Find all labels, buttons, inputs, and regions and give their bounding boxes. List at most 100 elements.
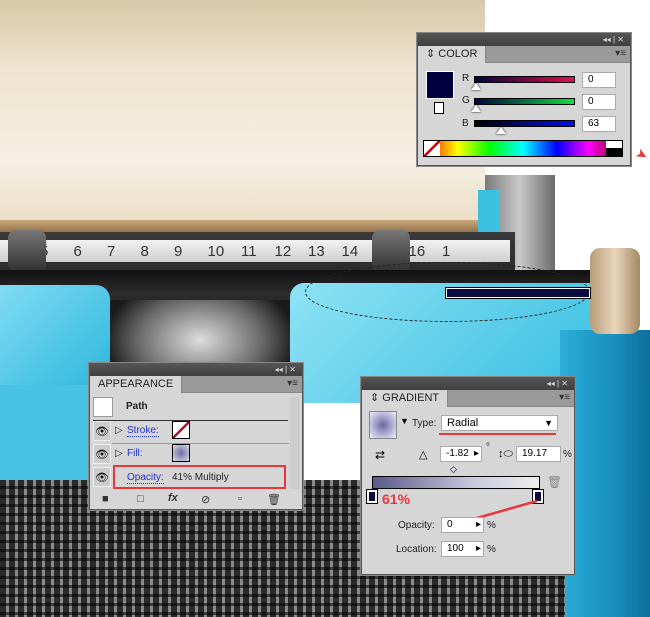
new-art-basic-icon[interactable]: ■ [102,493,109,505]
midpoint-diamond-icon[interactable]: ◇ [450,464,457,475]
opacity-value: 0 [447,519,453,530]
tab-label: APPEARANCE [98,378,174,390]
panel-menu-icon[interactable]: ▾≡ [615,48,626,59]
opacity-label: Opacity: [398,520,435,531]
add-effect-icon[interactable]: fx [168,492,178,504]
type-select[interactable]: Radial ▼ [441,415,558,431]
annotation-arrow-tip: ➤ [633,144,650,164]
b-input[interactable]: 63 [582,116,616,132]
close-icon[interactable]: ✕ [617,35,624,44]
stepper-arrow-icon[interactable]: ▸ [476,518,481,532]
angle-input[interactable]: -1.82 ▸ [440,446,482,462]
tab-label: GRADIENT [382,392,440,404]
ruler-number: 6 [73,242,82,260]
ruler-number: 8 [140,242,149,260]
reverse-gradient-icon[interactable]: ⇄ [375,448,385,462]
location-value: 100 [447,543,464,554]
g-input[interactable]: 0 [582,94,616,110]
b-label: B [462,118,469,129]
ruler-scale: 56789101112131415161 [0,240,510,262]
panel-titlebar[interactable]: ◂◂ | ✕ [90,364,302,376]
eye-icon[interactable]: 👁 [93,444,111,464]
paper-sheet [0,0,485,232]
tab-label: COLOR [438,48,478,60]
angle-icon: △ [419,449,428,461]
ruler-number: 12 [274,242,292,260]
ruler-number: 16 [408,242,426,260]
gradient-preset-dropdown-icon[interactable]: ▼ [400,416,409,426]
annotation-percent: 61% [382,491,411,507]
panel-menu-icon[interactable]: ▾≡ [559,392,570,403]
aspect-ratio-input[interactable]: 19.17 [516,446,561,462]
stroke-swatch[interactable] [172,421,190,439]
expand-triangle-icon[interactable]: ▷ [115,425,123,436]
stroke-link[interactable]: Stroke: [127,425,159,437]
gradient-annotator-bar[interactable] [445,287,591,299]
gradient-slider[interactable] [372,476,540,489]
platen-knob [590,248,640,334]
typewriter-body-bottom-left [0,385,95,485]
gradient-stop-left[interactable] [366,489,378,504]
tab-color[interactable]: ⇕ COLOR [418,46,487,63]
collapse-icon[interactable]: ◂◂ [603,35,611,44]
black-swatch[interactable] [606,148,622,156]
g-slider-thumb[interactable] [471,105,481,112]
chevron-down-icon: ▼ [544,418,553,428]
ruler-number: 9 [174,242,183,260]
r-slider[interactable] [474,76,575,83]
out-of-gamut-icon[interactable] [434,102,444,114]
paper-guide-left [8,230,46,270]
type-value: Radial [447,417,479,429]
appearance-footer: ■ □ fx ⊘ ▫ 🗑 [90,491,302,509]
location-label: Location: [396,544,437,555]
panel-menu-icon[interactable]: ▾≡ [287,378,298,389]
object-type-label: Path [126,401,148,412]
duplicate-item-icon[interactable]: ▫ [238,493,242,505]
appearance-panel: ◂◂ | ✕ APPEARANCE ▾≡ Path 👁 ▷ Stroke: 👁 ▷… [89,363,303,510]
collapse-icon[interactable]: ◂◂ [547,379,555,388]
b-slider[interactable] [474,120,575,127]
panel-titlebar[interactable]: ◂◂ | ✕ [362,378,574,390]
close-icon[interactable]: ✕ [289,365,296,374]
opacity-unit: % [487,520,496,531]
ruler-number: 10 [207,242,225,260]
r-slider-thumb[interactable] [471,83,481,90]
delete-stop-icon[interactable]: 🗑 [547,475,562,489]
stepper-arrow-icon[interactable]: ▸ [476,542,481,556]
expand-triangle-icon[interactable]: ▷ [115,448,123,459]
gradient-preview[interactable] [369,411,397,439]
ruler-number: 7 [107,242,116,260]
ruler-number: 1 [442,242,451,260]
fill-swatch[interactable] [426,71,454,99]
none-swatch[interactable] [424,141,440,156]
scrollbar[interactable] [290,397,300,489]
panel-titlebar[interactable]: ◂◂ | ✕ [418,34,630,46]
eye-icon[interactable]: 👁 [93,421,111,441]
opacity-input[interactable]: 0 ▸ [441,517,484,533]
aspect-unit: % [563,449,572,460]
path-thumbnail [93,397,113,417]
aspect-ratio-icon: ↕⬭ [498,448,513,460]
fill-link[interactable]: Fill: [127,448,143,459]
clear-appearance-icon[interactable]: ⊘ [201,493,210,506]
eye-icon[interactable]: 👁 [93,467,111,487]
g-slider[interactable] [474,98,575,105]
tab-appearance[interactable]: APPEARANCE [90,376,183,393]
r-input[interactable]: 0 [582,72,616,88]
b-slider-thumb[interactable] [496,127,506,134]
fill-swatch[interactable] [172,444,190,462]
tab-gradient[interactable]: ⇕ GRADIENT [362,390,449,407]
annotation-underline [439,433,556,435]
location-input[interactable]: 100 ▸ [441,541,484,557]
gradient-panel: ◂◂ | ✕ ⇕ GRADIENT ▾≡ ▼ Type: Radial ▼ ⇄ △ … [361,377,575,575]
close-icon[interactable]: ✕ [561,379,568,388]
r-label: R [462,73,470,84]
add-new-stroke-icon[interactable]: □ [137,493,144,505]
white-swatch[interactable] [606,141,622,148]
trash-icon[interactable]: 🗑 [267,493,281,506]
stepper-arrow-icon[interactable]: ▸ [474,447,479,461]
ruler-number: 11 [241,242,257,260]
color-spectrum[interactable] [423,140,623,157]
angle-unit: ° [486,442,490,453]
collapse-icon[interactable]: ◂◂ [275,365,283,374]
